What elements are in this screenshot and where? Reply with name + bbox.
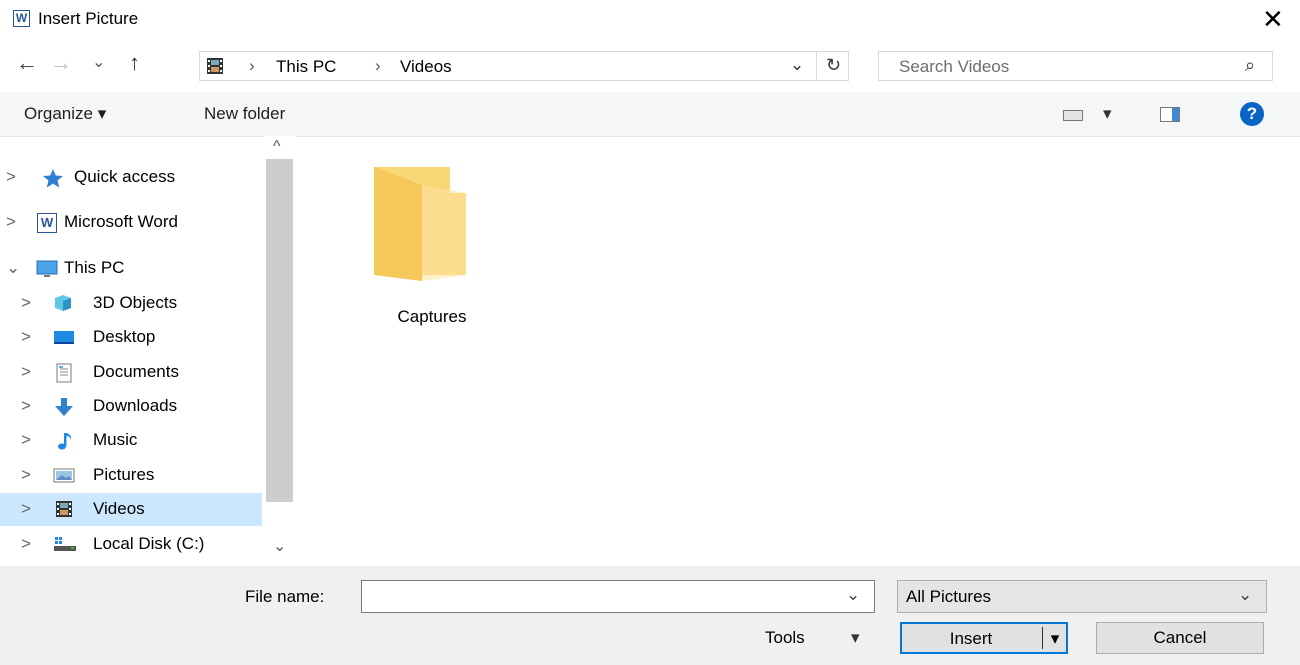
word-icon: W — [37, 213, 57, 233]
breadcrumb-separator: › — [375, 56, 381, 75]
nav-item-label: This PC — [64, 258, 125, 277]
search-icon[interactable]: ⌕ — [1245, 55, 1255, 76]
nav-item-local-disk[interactable]: > Local Disk (C:) — [0, 528, 262, 561]
file-name-dropdown-button[interactable]: ⌄ — [846, 585, 860, 605]
breadcrumb-videos[interactable]: Videos — [400, 57, 452, 77]
nav-item-downloads[interactable]: > Downloads — [0, 390, 262, 423]
window-title: Insert Picture — [38, 9, 139, 28]
nav-item-label: Downloads — [93, 396, 178, 415]
expand-chevron[interactable]: > — [6, 167, 16, 187]
collapse-chevron[interactable]: ⌄ — [6, 258, 20, 278]
pictures-icon — [53, 466, 75, 484]
nav-item-music[interactable]: > Music — [0, 424, 262, 457]
address-bar[interactable]: › This PC › Videos ⌄ ↻ — [199, 51, 849, 81]
file-list-area: Captures — [296, 137, 1300, 565]
tools-dropdown-arrow[interactable]: ▾ — [851, 628, 860, 648]
insert-button-label: Insert — [949, 629, 993, 648]
expand-chevron[interactable]: > — [21, 430, 31, 450]
refresh-button[interactable]: ↻ — [826, 55, 841, 76]
nav-item-label: Microsoft Word — [64, 212, 178, 231]
command-toolbar: Organize ▾ New folder ▾ ? — [0, 92, 1300, 137]
folder-item-captures[interactable]: Captures — [356, 157, 476, 326]
folder-label: Captures — [397, 307, 467, 326]
scroll-down-button[interactable]: ⌄ — [273, 536, 286, 556]
nav-item-documents[interactable]: > Documents — [0, 356, 262, 389]
cancel-button[interactable]: Cancel — [1096, 622, 1264, 654]
tools-button[interactable]: Tools — [765, 628, 805, 648]
address-dropdown-button[interactable]: ⌄ — [790, 55, 804, 75]
music-icon — [55, 431, 75, 450]
videos-icon — [206, 57, 224, 75]
nav-item-label: Documents — [93, 362, 179, 381]
navigation-pane: > Quick access > W Microsoft Word ⌄ This… — [0, 137, 262, 565]
title-bar: W Insert Picture ✕ — [0, 0, 1300, 42]
nav-item-3d-objects[interactable]: > 3D Objects — [0, 287, 262, 320]
breadcrumb-this-pc[interactable]: This PC — [276, 57, 336, 77]
new-folder-button[interactable]: New folder — [204, 104, 285, 124]
nav-item-microsoft-word[interactable]: > W Microsoft Word — [0, 206, 262, 239]
word-app-icon: W — [13, 10, 30, 27]
view-options-icon[interactable] — [1063, 110, 1083, 121]
expand-chevron[interactable]: > — [21, 465, 31, 485]
nav-item-pictures[interactable]: > Pictures — [0, 459, 262, 492]
nav-item-label: Videos — [93, 499, 145, 518]
search-placeholder: Search Videos — [899, 57, 1010, 76]
nav-item-label: Local Disk (C:) — [93, 534, 205, 553]
insert-dropdown-arrow[interactable]: ▾ — [1045, 624, 1065, 654]
organize-button[interactable]: Organize ▾ — [24, 104, 106, 124]
expand-chevron[interactable]: > — [21, 534, 31, 554]
downloads-icon — [53, 397, 73, 416]
forward-button[interactable]: → — [50, 50, 72, 76]
scroll-up-button[interactable]: ^ — [273, 138, 281, 156]
documents-icon — [55, 363, 75, 383]
search-input[interactable]: Search Videos ⌕ — [878, 51, 1273, 81]
breadcrumb-separator: › — [249, 56, 255, 75]
insert-button[interactable]: Insert ▾ — [900, 622, 1068, 654]
preview-pane-icon[interactable] — [1160, 107, 1180, 122]
folder-icon — [370, 163, 470, 288]
nav-item-desktop[interactable]: > Desktop — [0, 321, 262, 354]
nav-item-videos[interactable]: > Videos — [0, 493, 262, 526]
nav-item-label: Quick access — [74, 167, 176, 186]
close-button[interactable]: ✕ — [1262, 4, 1284, 35]
nav-item-label: 3D Objects — [93, 293, 178, 312]
file-type-dropdown-button[interactable]: ⌄ — [1238, 585, 1252, 605]
expand-chevron[interactable]: > — [6, 212, 16, 232]
address-divider — [816, 52, 817, 80]
insert-split-divider — [1042, 627, 1043, 649]
recent-locations-button[interactable]: ⌄ — [92, 52, 105, 72]
expand-chevron[interactable]: > — [21, 362, 31, 382]
file-name-label: File name: — [245, 587, 325, 606]
nav-item-label: Music — [93, 430, 138, 449]
file-type-value: All Pictures — [906, 587, 992, 606]
pc-icon — [36, 259, 58, 277]
expand-chevron[interactable]: > — [21, 396, 31, 416]
expand-chevron[interactable]: > — [21, 499, 31, 519]
nav-item-label: Pictures — [93, 465, 155, 484]
nav-item-label: Desktop — [93, 327, 156, 346]
desktop-icon — [53, 328, 74, 346]
back-button[interactable]: ← — [16, 50, 38, 76]
file-type-filter[interactable]: All Pictures ⌄ — [897, 580, 1267, 613]
scrollbar-thumb[interactable] — [266, 159, 293, 502]
file-name-input[interactable]: ⌄ — [361, 580, 875, 613]
expand-chevron[interactable]: > — [21, 293, 31, 313]
videos-icon — [55, 500, 75, 518]
nav-item-this-pc[interactable]: ⌄ This PC — [0, 252, 262, 285]
expand-chevron[interactable]: > — [21, 327, 31, 347]
nav-item-quick-access[interactable]: > Quick access — [0, 161, 262, 194]
3d-objects-icon — [53, 294, 73, 312]
star-icon — [42, 168, 63, 188]
disk-icon — [53, 535, 76, 553]
up-button[interactable]: ↑ — [129, 50, 140, 76]
help-icon[interactable]: ? — [1240, 102, 1264, 126]
view-dropdown-button[interactable]: ▾ — [1103, 104, 1112, 124]
bottom-pane: File name: ⌄ All Pictures ⌄ Tools ▾ Inse… — [0, 566, 1300, 665]
